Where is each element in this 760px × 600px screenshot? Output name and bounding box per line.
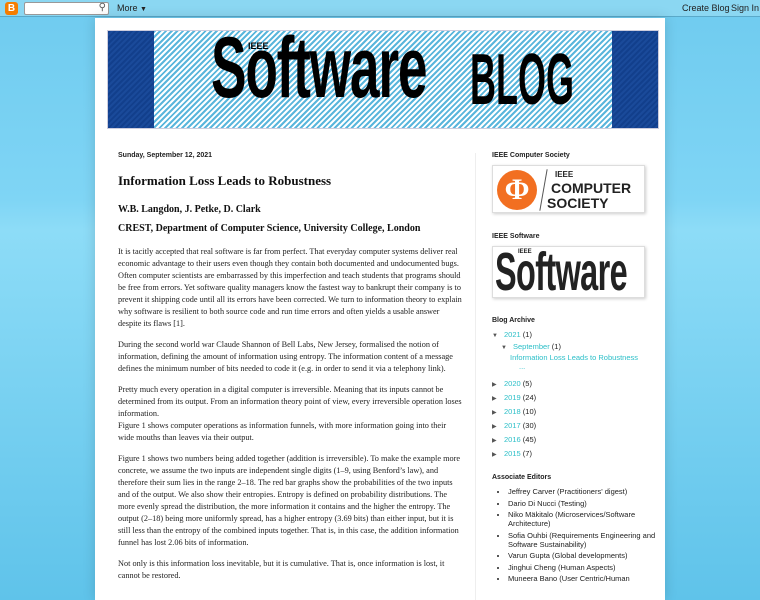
toggle-collapsed-icon[interactable]: ▶ <box>492 378 504 392</box>
post-paragraph: Pretty much every operation in a digital… <box>118 384 464 444</box>
editor-item: Jinghui Cheng (Human Aspects) <box>508 563 657 572</box>
toggle-collapsed-icon[interactable]: ▶ <box>492 434 504 448</box>
widget-title: Associate Editors <box>492 474 552 481</box>
post-sentence: Pretty much every operation in a digital… <box>118 385 462 418</box>
archive-count: (30) <box>522 421 537 430</box>
widget-title: IEEE Computer Society <box>492 152 570 159</box>
navbar: B ⚲ More ▼ Create Blog Sign In <box>0 0 760 17</box>
blog-archive: ▼ 2021 (1) ▼ September (1) Information Los… <box>492 329 657 461</box>
toggle-collapsed-icon[interactable]: ▶ <box>492 448 504 462</box>
blog-page: IEEE Software BLOG Sunday, September 12,… <box>95 18 665 600</box>
column-divider <box>475 153 476 600</box>
more-label: More <box>117 3 138 13</box>
post-title[interactable]: Information Loss Leads to Robustness <box>118 173 464 189</box>
post-authors: W.B. Langdon, J. Petke, D. Clark <box>118 204 261 215</box>
banner-blog: BLOG <box>470 40 574 120</box>
toggle-collapsed-icon[interactable]: ▶ <box>492 420 504 434</box>
post-paragraph: During the second world war Claude Shann… <box>118 340 453 373</box>
archive-count: (10) <box>522 407 537 416</box>
editor-item: Muneera Bano (User Centric/Human <box>508 574 657 583</box>
archive-count: (1) <box>551 342 561 351</box>
more-menu[interactable]: More ▼ <box>117 3 147 13</box>
toggle-collapsed-icon[interactable]: ▶ <box>492 406 504 420</box>
create-blog-link[interactable]: Create Blog <box>682 3 730 13</box>
archive-year-link[interactable]: 2016 <box>504 435 521 444</box>
archive-count: (1) <box>522 330 532 339</box>
archive-count: (5) <box>522 379 532 388</box>
logo-text: IEEE <box>555 170 574 179</box>
banner-software: Software <box>211 30 428 116</box>
archive-year: ▶ 2019 (24) <box>492 391 657 405</box>
archive-year: ▶ 2018 (10) <box>492 405 657 419</box>
banner-left-panel <box>108 31 154 128</box>
post-affiliation: CREST, Department of Computer Science, U… <box>118 223 421 234</box>
sign-in-link[interactable]: Sign In <box>731 3 759 13</box>
archive-years: ▶ 2020 (5) ▶ 2019 (24) ▶ 2018 (10) ▶ 2017 (30) ▶… <box>492 377 657 461</box>
post-paragraph: It is tacitly accepted that real softwar… <box>118 247 462 328</box>
archive-year-link[interactable]: 2019 <box>504 393 521 402</box>
logo-text: Software <box>495 246 628 298</box>
search-input[interactable]: ⚲ <box>24 2 109 15</box>
archive-count: (45) <box>522 435 537 444</box>
archive-year-link[interactable]: 2021 <box>504 330 521 339</box>
archive-year: ▶ 2020 (5) <box>492 377 657 391</box>
archive-year: ▶ 2015 (7) <box>492 447 657 461</box>
archive-post-link[interactable]: Information Loss Leads to Robustness <box>510 353 638 362</box>
search-icon[interactable]: ⚲ <box>99 2 106 13</box>
ieee-software-logo[interactable]: IEEE Software <box>492 246 645 298</box>
archive-year: ▶ 2016 (45) <box>492 433 657 447</box>
phi-logo-icon: Φ <box>497 170 537 210</box>
archive-count: (7) <box>522 449 532 458</box>
editor-item: Niko Mäkitalo (Microservices/Software Ar… <box>508 510 657 528</box>
post-paragraph: Not only is this information loss inevit… <box>118 559 445 580</box>
post: Sunday, September 12, 2021 Information L… <box>118 151 464 582</box>
banner-right-panel <box>612 31 658 128</box>
archive-year-link[interactable]: 2018 <box>504 407 521 416</box>
editors-list: Jeffrey Carver (Practitioners' digest) Da… <box>492 487 657 583</box>
editor-item: Dario Di Nucci (Testing) <box>508 499 657 508</box>
blogger-logo-icon[interactable]: B <box>5 2 18 15</box>
archive-month-link[interactable]: September <box>513 342 550 351</box>
caret-down-icon: ▼ <box>140 6 147 13</box>
logo-text: COMPUTER <box>551 180 632 196</box>
post-date: Sunday, September 12, 2021 <box>118 152 213 159</box>
widget-title: Blog Archive <box>492 317 535 324</box>
editor-item: Varun Gupta (Global developments) <box>508 551 657 560</box>
computer-society-logo[interactable]: Φ IEEE COMPUTER SOCIETY <box>492 165 645 213</box>
header-banner[interactable]: IEEE Software BLOG <box>107 30 659 129</box>
archive-year: ▶ 2017 (30) <box>492 419 657 433</box>
archive-count: (24) <box>522 393 537 402</box>
post-paragraph: Figure 1 shows two numbers being added t… <box>118 454 461 547</box>
archive-year-link[interactable]: 2017 <box>504 421 521 430</box>
widget-title: IEEE Software <box>492 233 540 240</box>
archive-year-link[interactable]: 2020 <box>504 379 521 388</box>
editor-item: Sofia Ouhbi (Requirements Engineering an… <box>508 531 657 549</box>
sidebar: IEEE Computer Society Φ IEEE COMPUTER SO… <box>492 151 657 586</box>
post-sentence: Figure 1 shows computer operations as in… <box>118 421 447 442</box>
archive-year-link[interactable]: 2015 <box>504 449 521 458</box>
editor-item: Jeffrey Carver (Practitioners' digest) <box>508 487 657 496</box>
archive-more-link[interactable]: ... <box>519 362 525 371</box>
toggle-collapsed-icon[interactable]: ▶ <box>492 392 504 406</box>
logo-text: SOCIETY <box>547 195 609 211</box>
